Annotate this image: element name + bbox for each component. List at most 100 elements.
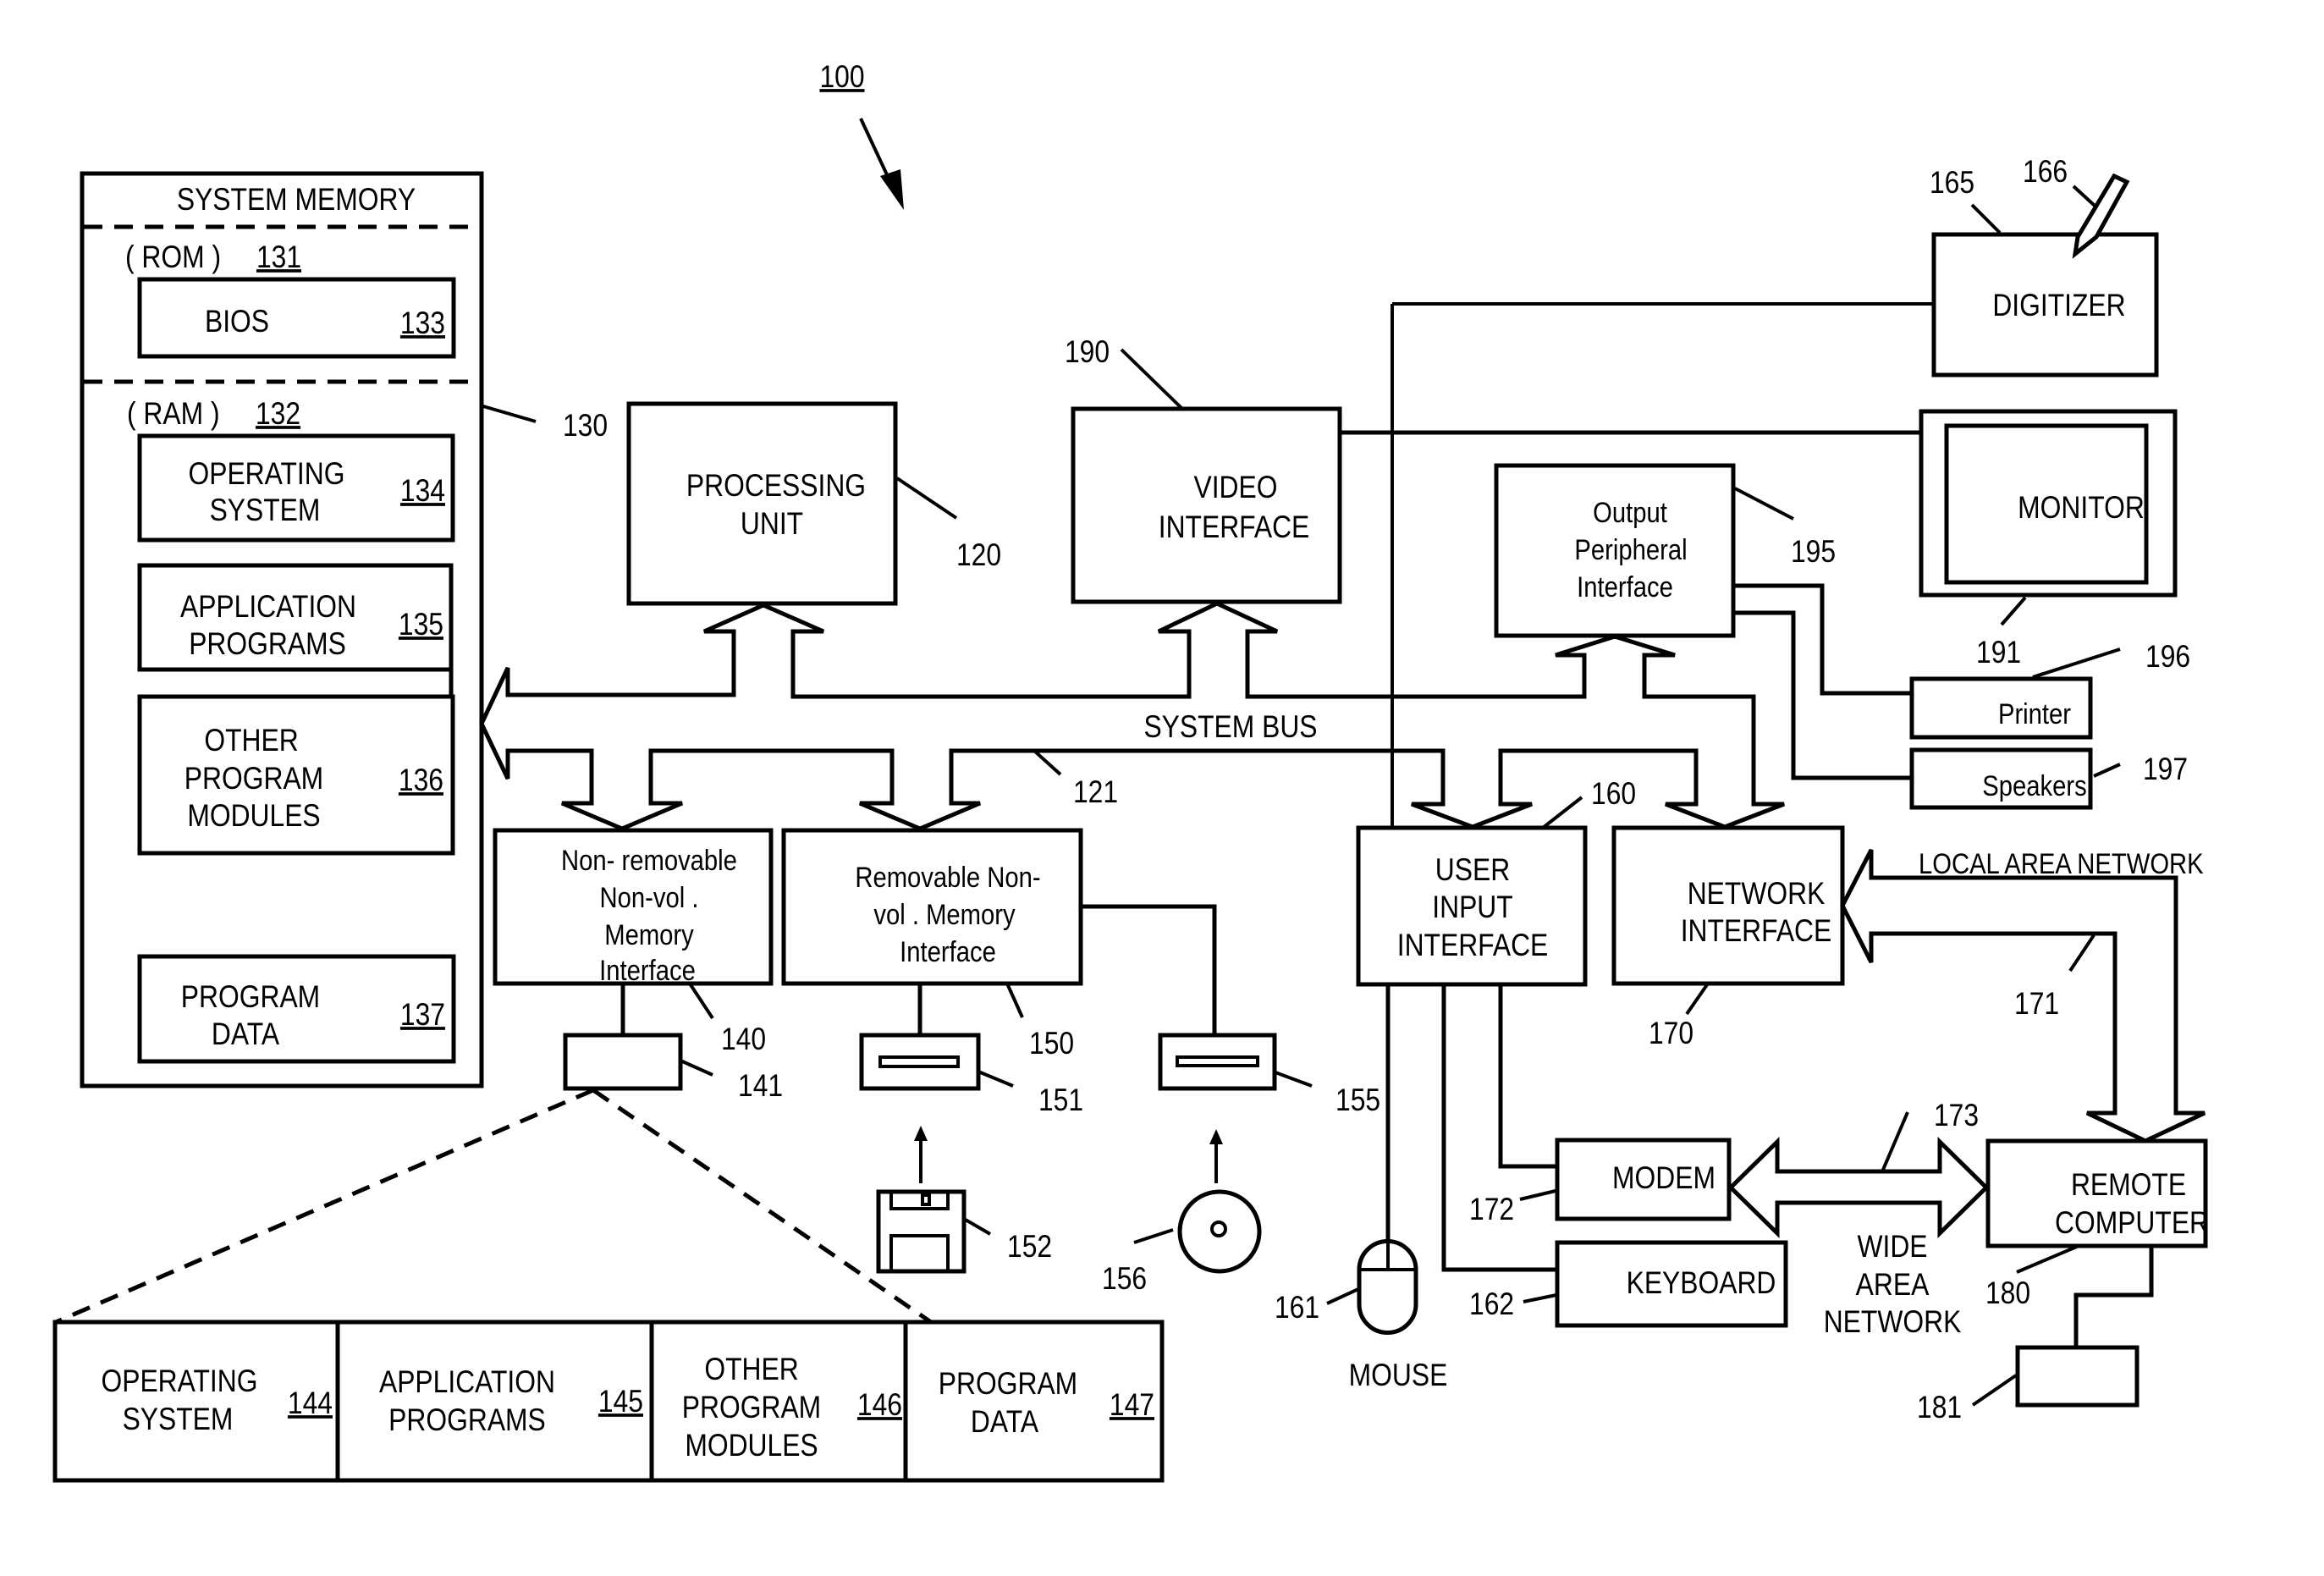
video-interface-box <box>1071 406 1342 604</box>
program-data-label-1: PROGRAM <box>181 980 320 1015</box>
table-apps-label-2: PROGRAMS <box>388 1403 546 1438</box>
apps-ref: 135 <box>399 608 443 642</box>
apps-label-2: PROGRAMS <box>189 627 346 662</box>
ram-label: ( RAM ) <box>127 397 220 432</box>
hard-disk-141 <box>563 1033 683 1091</box>
floppy-drive-ref: 151 <box>1038 1083 1083 1118</box>
lan-label: LOCAL AREA NETWORK <box>1919 847 2204 880</box>
monitor-label: MONITOR <box>2018 491 2145 526</box>
table-other-label-2: PROGRAM <box>682 1391 821 1425</box>
optical-disc-icon <box>1177 1129 1262 1274</box>
processing-unit-ref: 120 <box>956 538 1001 573</box>
stylus-pen-ref: 166 <box>2023 155 2068 190</box>
modem-label: MODEM <box>1612 1161 1715 1196</box>
computer-system-diagram: 100 SYSTEM MEMORY ( ROM ) 131 BIOS 133 (… <box>52 60 2209 1483</box>
hard-disk-ref: 141 <box>738 1069 783 1104</box>
table-data-label-1: PROGRAM <box>939 1367 1077 1402</box>
digitizer-label: DIGITIZER <box>1992 289 2125 323</box>
table-apps-ref: 145 <box>598 1385 643 1419</box>
keyboard-ref: 162 <box>1469 1287 1514 1322</box>
mouse-label: MOUSE <box>1349 1358 1448 1393</box>
system-memory: SYSTEM MEMORY ( ROM ) 131 BIOS 133 ( RAM… <box>80 171 484 1088</box>
user-input-label-3: INTERFACE <box>1397 929 1549 963</box>
wan-label-1: WIDE <box>1857 1230 1927 1265</box>
user-input-label-2: INPUT <box>1432 890 1512 925</box>
bios-label: BIOS <box>205 305 269 339</box>
remote-computer-label-1: REMOTE <box>2071 1168 2186 1203</box>
nonremovable-label-4: Interface <box>599 954 696 987</box>
optical-disc-ref: 156 <box>1102 1262 1147 1297</box>
apps-label-1: APPLICATION <box>180 590 356 625</box>
output-peripheral-label-2: Peripheral <box>1574 533 1687 566</box>
ram-ref: 132 <box>256 397 300 432</box>
table-other-label-1: OTHER <box>704 1353 798 1387</box>
removable-label-2: vol . Memory <box>873 898 1015 931</box>
network-interface-label-1: NETWORK <box>1688 877 1826 912</box>
remote-computer-label-2: COMPUTER <box>2055 1206 2209 1241</box>
wan-label-3: NETWORK <box>1824 1305 1962 1340</box>
output-peripheral-ref: 195 <box>1791 535 1836 570</box>
processing-unit-label-2: UNIT <box>741 507 803 542</box>
wan-ref: 173 <box>1934 1099 1979 1133</box>
lan-ref: 171 <box>2014 987 2059 1022</box>
table-apps-label-1: APPLICATION <box>379 1365 555 1400</box>
processing-unit-box <box>626 401 898 606</box>
speakers-ref: 197 <box>2143 752 2188 787</box>
keyboard-label: KEYBOARD <box>1627 1266 1776 1301</box>
table-other-label-3: MODULES <box>685 1429 818 1463</box>
video-interface-label-2: INTERFACE <box>1159 510 1310 545</box>
system-memory-title: SYSTEM MEMORY <box>177 183 416 218</box>
nonremovable-ref: 140 <box>721 1022 766 1057</box>
program-data-label-2: DATA <box>212 1017 279 1052</box>
os-ref: 134 <box>400 474 445 509</box>
rom-ref: 131 <box>256 240 301 275</box>
processing-unit-label-1: PROCESSING <box>686 469 866 504</box>
printer-ref: 196 <box>2145 640 2190 675</box>
removable-label-3: Interface <box>900 935 996 968</box>
mouse-ref: 161 <box>1275 1291 1319 1325</box>
wan-connection <box>1727 1137 1990 1238</box>
digitizer-ref: 165 <box>1930 166 1974 201</box>
removable-label-1: Removable Non- <box>855 861 1040 894</box>
output-peripheral-label-3: Interface <box>1577 570 1673 603</box>
other-modules-label-1: OTHER <box>204 724 298 758</box>
table-data-label-2: DATA <box>971 1405 1038 1440</box>
other-modules-ref: 136 <box>399 763 443 798</box>
table-os-ref: 144 <box>288 1386 333 1421</box>
user-input-label-1: USER <box>1435 853 1510 888</box>
storage-table: OPERATING SYSTEM 144 APPLICATION PROGRAM… <box>52 1320 1165 1483</box>
video-interface-ref: 190 <box>1065 335 1110 370</box>
other-modules-label-3: MODULES <box>187 799 320 834</box>
nonremovable-label-1: Non- removable <box>561 844 737 877</box>
optical-drive-ref: 155 <box>1335 1083 1380 1118</box>
figure-arrow <box>859 118 904 210</box>
printer-label: Printer <box>1998 697 2071 730</box>
os-label-1: OPERATING <box>188 457 344 492</box>
figure-ref-100: 100 <box>819 60 864 95</box>
network-interface-ref: 170 <box>1649 1017 1693 1051</box>
floppy-disk-ref: 152 <box>1007 1230 1052 1265</box>
os-label-2: SYSTEM <box>210 493 321 528</box>
mouse-icon <box>1357 1239 1418 1335</box>
video-interface-label-1: VIDEO <box>1194 471 1278 505</box>
floppy-disk-icon <box>876 1126 966 1274</box>
output-peripheral-label-1: Output <box>1593 496 1667 529</box>
other-modules-label-2: PROGRAM <box>184 762 323 796</box>
table-os-label-1: OPERATING <box>101 1364 257 1399</box>
rom-label: ( ROM ) <box>125 240 221 275</box>
monitor-ref: 191 <box>1976 636 2021 670</box>
system-bus-ref: 121 <box>1073 775 1118 810</box>
table-os-label-2: SYSTEM <box>123 1402 234 1437</box>
system-memory-ref: 130 <box>563 409 608 444</box>
bios-ref: 133 <box>400 306 445 341</box>
nonremovable-label-2: Non-vol . <box>600 881 699 914</box>
network-interface-label-2: INTERFACE <box>1681 914 1832 949</box>
remote-device-181 <box>2015 1345 2140 1408</box>
table-other-ref: 146 <box>857 1388 902 1423</box>
system-bus-label: SYSTEM BUS <box>1143 710 1317 745</box>
nonremovable-label-3: Memory <box>604 918 694 951</box>
speakers-label: Speakers <box>1982 769 2086 802</box>
program-data-ref: 137 <box>400 998 445 1033</box>
wan-label-2: AREA <box>1856 1268 1930 1303</box>
removable-ref: 150 <box>1029 1027 1074 1061</box>
